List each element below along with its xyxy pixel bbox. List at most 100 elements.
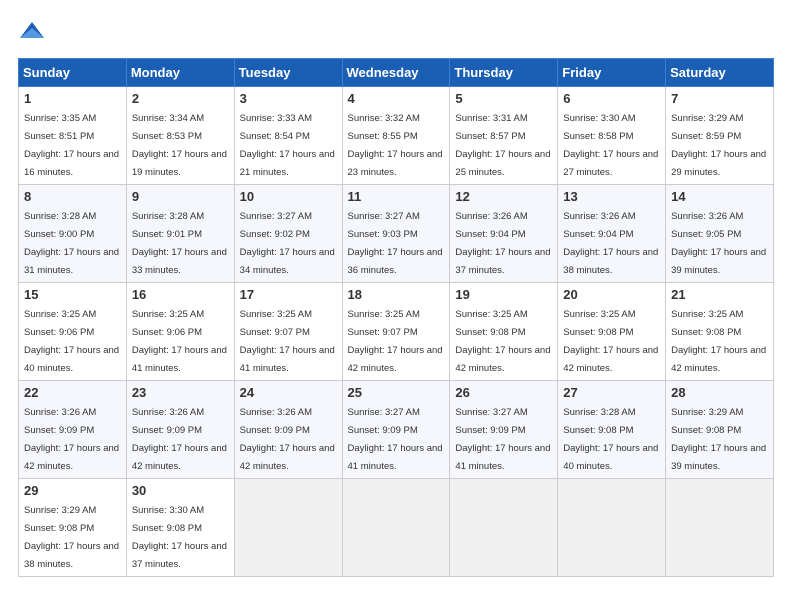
calendar-cell: 17Sunrise: 3:25 AMSunset: 9:07 PMDayligh… [234, 283, 342, 381]
calendar-cell [558, 479, 666, 577]
day-number: 8 [24, 189, 121, 204]
day-number: 28 [671, 385, 768, 400]
day-number: 30 [132, 483, 229, 498]
col-header-saturday: Saturday [666, 59, 774, 87]
calendar-cell: 23 Sunrise: 3:26 AMSunset: 9:09 PMDayligh… [126, 381, 234, 479]
day-number: 1 [24, 91, 121, 106]
header [18, 18, 774, 46]
calendar-cell: 1 Sunrise: 3:35 AMSunset: 8:51 PMDaylight… [19, 87, 127, 185]
calendar-cell: 3 Sunrise: 3:33 AMSunset: 8:54 PMDaylight… [234, 87, 342, 185]
day-number: 25 [348, 385, 445, 400]
day-detail: Sunrise: 3:29 AMSunset: 9:08 PMDaylight:… [24, 505, 119, 570]
day-detail: Sunrise: 3:29 AMSunset: 8:59 PMDaylight:… [671, 113, 766, 178]
day-detail: Sunrise: 3:27 AMSunset: 9:09 PMDaylight:… [348, 407, 443, 472]
day-detail: Sunrise: 3:27 AMSunset: 9:03 PMDaylight:… [348, 211, 443, 276]
day-detail: Sunrise: 3:35 AMSunset: 8:51 PMDaylight:… [24, 113, 119, 178]
day-number: 24 [240, 385, 337, 400]
day-number: 7 [671, 91, 768, 106]
calendar-cell: 7 Sunrise: 3:29 AMSunset: 8:59 PMDaylight… [666, 87, 774, 185]
calendar-cell: 16 Sunrise: 3:25 AMSunset: 9:06 PMDayligh… [126, 283, 234, 381]
col-header-wednesday: Wednesday [342, 59, 450, 87]
day-number: 3 [240, 91, 337, 106]
day-number: 22 [24, 385, 121, 400]
calendar-cell: 14 Sunrise: 3:26 AMSunset: 9:05 PMDayligh… [666, 185, 774, 283]
day-number: 11 [348, 189, 445, 204]
calendar-cell: 15 Sunrise: 3:25 AMSunset: 9:06 PMDayligh… [19, 283, 127, 381]
day-number: 10 [240, 189, 337, 204]
calendar-cell: 2Sunrise: 3:34 AMSunset: 8:53 PMDaylight… [126, 87, 234, 185]
calendar-cell: 28 Sunrise: 3:29 AMSunset: 9:08 PMDayligh… [666, 381, 774, 479]
calendar-header-row: SundayMondayTuesdayWednesdayThursdayFrid… [19, 59, 774, 87]
day-detail: Sunrise: 3:28 AMSunset: 9:01 PMDaylight:… [132, 211, 227, 276]
calendar-cell: 8 Sunrise: 3:28 AMSunset: 9:00 PMDaylight… [19, 185, 127, 283]
logo [18, 18, 52, 46]
day-number: 13 [563, 189, 660, 204]
page: SundayMondayTuesdayWednesdayThursdayFrid… [0, 0, 792, 587]
day-detail: Sunrise: 3:27 AMSunset: 9:02 PMDaylight:… [240, 211, 335, 276]
calendar-cell: 5 Sunrise: 3:31 AMSunset: 8:57 PMDaylight… [450, 87, 558, 185]
calendar-cell: 10 Sunrise: 3:27 AMSunset: 9:02 PMDayligh… [234, 185, 342, 283]
day-number: 5 [455, 91, 552, 106]
day-detail: Sunrise: 3:25 AMSunset: 9:08 PMDaylight:… [563, 309, 658, 374]
day-number: 12 [455, 189, 552, 204]
calendar-cell: 24Sunrise: 3:26 AMSunset: 9:09 PMDayligh… [234, 381, 342, 479]
calendar-week-row: 22 Sunrise: 3:26 AMSunset: 9:09 PMDayligh… [19, 381, 774, 479]
calendar-cell: 25 Sunrise: 3:27 AMSunset: 9:09 PMDayligh… [342, 381, 450, 479]
calendar-cell [234, 479, 342, 577]
day-detail: Sunrise: 3:31 AMSunset: 8:57 PMDaylight:… [455, 113, 550, 178]
col-header-monday: Monday [126, 59, 234, 87]
calendar-cell: 13Sunrise: 3:26 AMSunset: 9:04 PMDayligh… [558, 185, 666, 283]
day-number: 27 [563, 385, 660, 400]
day-detail: Sunrise: 3:30 AMSunset: 8:58 PMDaylight:… [563, 113, 658, 178]
day-number: 19 [455, 287, 552, 302]
day-detail: Sunrise: 3:29 AMSunset: 9:08 PMDaylight:… [671, 407, 766, 472]
day-number: 23 [132, 385, 229, 400]
day-number: 14 [671, 189, 768, 204]
day-detail: Sunrise: 3:34 AMSunset: 8:53 PMDaylight:… [132, 113, 227, 178]
day-number: 26 [455, 385, 552, 400]
calendar-cell: 26 Sunrise: 3:27 AMSunset: 9:09 PMDayligh… [450, 381, 558, 479]
day-detail: Sunrise: 3:26 AMSunset: 9:09 PMDaylight:… [24, 407, 119, 472]
day-detail: Sunrise: 3:26 AMSunset: 9:04 PMDaylight:… [455, 211, 550, 276]
calendar-cell [342, 479, 450, 577]
calendar-cell: 22 Sunrise: 3:26 AMSunset: 9:09 PMDayligh… [19, 381, 127, 479]
calendar-table: SundayMondayTuesdayWednesdayThursdayFrid… [18, 58, 774, 577]
calendar-cell: 6 Sunrise: 3:30 AMSunset: 8:58 PMDaylight… [558, 87, 666, 185]
day-detail: Sunrise: 3:25 AMSunset: 9:08 PMDaylight:… [671, 309, 766, 374]
day-number: 9 [132, 189, 229, 204]
day-number: 18 [348, 287, 445, 302]
day-detail: Sunrise: 3:25 AMSunset: 9:07 PMDaylight:… [240, 309, 335, 374]
calendar-week-row: 15 Sunrise: 3:25 AMSunset: 9:06 PMDayligh… [19, 283, 774, 381]
calendar-cell: 19 Sunrise: 3:25 AMSunset: 9:08 PMDayligh… [450, 283, 558, 381]
day-detail: Sunrise: 3:30 AMSunset: 9:08 PMDaylight:… [132, 505, 227, 570]
day-detail: Sunrise: 3:33 AMSunset: 8:54 PMDaylight:… [240, 113, 335, 178]
day-detail: Sunrise: 3:26 AMSunset: 9:05 PMDaylight:… [671, 211, 766, 276]
day-detail: Sunrise: 3:25 AMSunset: 9:06 PMDaylight:… [132, 309, 227, 374]
day-number: 4 [348, 91, 445, 106]
col-header-thursday: Thursday [450, 59, 558, 87]
calendar-cell: 18Sunrise: 3:25 AMSunset: 9:07 PMDayligh… [342, 283, 450, 381]
col-header-tuesday: Tuesday [234, 59, 342, 87]
day-number: 16 [132, 287, 229, 302]
day-detail: Sunrise: 3:28 AMSunset: 9:08 PMDaylight:… [563, 407, 658, 472]
calendar-week-row: 8 Sunrise: 3:28 AMSunset: 9:00 PMDaylight… [19, 185, 774, 283]
day-number: 6 [563, 91, 660, 106]
calendar-cell: 12 Sunrise: 3:26 AMSunset: 9:04 PMDayligh… [450, 185, 558, 283]
day-number: 15 [24, 287, 121, 302]
calendar-cell [666, 479, 774, 577]
col-header-sunday: Sunday [19, 59, 127, 87]
calendar-cell: 11 Sunrise: 3:27 AMSunset: 9:03 PMDayligh… [342, 185, 450, 283]
col-header-friday: Friday [558, 59, 666, 87]
calendar-cell: 21Sunrise: 3:25 AMSunset: 9:08 PMDayligh… [666, 283, 774, 381]
day-detail: Sunrise: 3:32 AMSunset: 8:55 PMDaylight:… [348, 113, 443, 178]
calendar-cell: 9 Sunrise: 3:28 AMSunset: 9:01 PMDaylight… [126, 185, 234, 283]
day-detail: Sunrise: 3:28 AMSunset: 9:00 PMDaylight:… [24, 211, 119, 276]
day-detail: Sunrise: 3:25 AMSunset: 9:06 PMDaylight:… [24, 309, 119, 374]
day-detail: Sunrise: 3:25 AMSunset: 9:08 PMDaylight:… [455, 309, 550, 374]
calendar-cell: 27 Sunrise: 3:28 AMSunset: 9:08 PMDayligh… [558, 381, 666, 479]
day-detail: Sunrise: 3:27 AMSunset: 9:09 PMDaylight:… [455, 407, 550, 472]
day-number: 20 [563, 287, 660, 302]
day-detail: Sunrise: 3:26 AMSunset: 9:09 PMDaylight:… [132, 407, 227, 472]
calendar-cell: 20 Sunrise: 3:25 AMSunset: 9:08 PMDayligh… [558, 283, 666, 381]
day-number: 29 [24, 483, 121, 498]
